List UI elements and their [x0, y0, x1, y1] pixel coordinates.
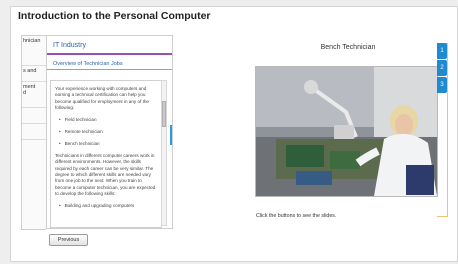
previous-button[interactable]: Previous — [49, 234, 88, 246]
technician-list: Field technician Remote technician Bench… — [59, 117, 161, 147]
panel-header: IT Industry — [47, 36, 172, 55]
slide-tab-2[interactable]: 2 — [437, 60, 447, 76]
skills-list: Building and upgrading computers — [59, 203, 161, 209]
panel-subheader: Overview of Technician Jobs — [47, 59, 172, 70]
nav-item[interactable]: ment d — [22, 82, 46, 108]
nav-item[interactable] — [22, 124, 46, 140]
panel-paragraph: Technicians in different computer career… — [55, 153, 156, 196]
list-item: Building and upgrading computers — [59, 203, 161, 209]
list-item: Remote technician — [59, 129, 161, 135]
panel-scrollbar[interactable] — [161, 80, 167, 226]
content-title: Bench Technician — [320, 44, 376, 51]
list-item: Bench technician — [59, 141, 161, 147]
nav-item[interactable]: hnician — [22, 36, 46, 66]
scrollbar-thumb[interactable] — [162, 101, 166, 127]
panel-body: Your experience working with computers a… — [50, 80, 162, 228]
nav-item[interactable]: s and — [22, 66, 46, 82]
nav-item[interactable] — [22, 108, 46, 124]
slide-caption: Click the buttons to see the slides. — [256, 213, 337, 219]
side-navigation: hnician s and ment d — [21, 35, 46, 230]
slide-tab-3[interactable]: 3 — [437, 77, 447, 93]
technician-photo-art — [256, 67, 437, 196]
slide-tab-1[interactable]: 1 — [437, 43, 447, 59]
panel-resize-handle[interactable] — [170, 125, 172, 145]
list-item: Field technician — [59, 117, 161, 123]
course-title: Introduction to the Personal Computer — [18, 10, 211, 22]
text-panel: IT Industry Overview of Technician Jobs … — [46, 35, 173, 229]
technician-photo — [255, 66, 438, 197]
panel-intro: Your experience working with computers a… — [55, 86, 149, 110]
